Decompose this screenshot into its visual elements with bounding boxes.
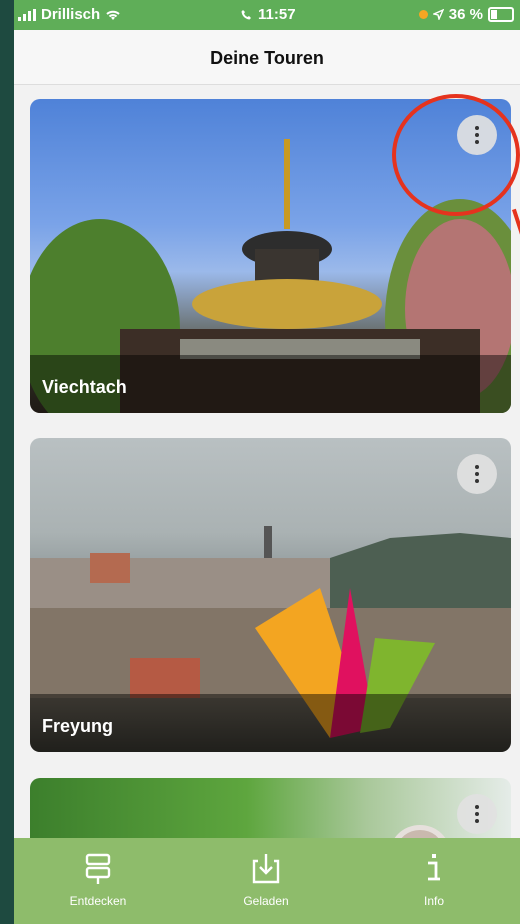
signal-icon bbox=[18, 8, 36, 21]
tab-geladen[interactable]: Geladen bbox=[182, 838, 350, 924]
more-options-button[interactable] bbox=[457, 454, 497, 494]
page-title: Deine Touren bbox=[210, 48, 324, 68]
clock: 11:57 bbox=[258, 6, 296, 23]
status-left: Drillisch bbox=[18, 6, 121, 23]
battery-label: 36 % bbox=[448, 6, 483, 23]
recording-dot-icon bbox=[418, 10, 428, 19]
download-icon bbox=[246, 850, 286, 886]
phone-icon bbox=[241, 10, 251, 20]
carrier-label: Drillisch bbox=[41, 6, 101, 23]
status-bar: Drillisch 11:57 36 % bbox=[14, 0, 520, 30]
tab-bar: Entdecken Geladen Info bbox=[14, 838, 520, 924]
app-screen: Drillisch 11:57 36 % Deine Touren Viecht… bbox=[14, 0, 520, 924]
tour-card-freyung[interactable]: Freyung bbox=[30, 438, 511, 752]
battery-icon bbox=[488, 7, 514, 22]
wifi-icon bbox=[106, 10, 120, 20]
tour-caption: Freyung bbox=[30, 694, 511, 752]
tab-label: Geladen bbox=[243, 894, 289, 908]
nav-header: Deine Touren bbox=[14, 30, 520, 85]
tab-info[interactable]: Info bbox=[350, 838, 518, 924]
tab-label: Info bbox=[423, 894, 444, 908]
more-options-button[interactable] bbox=[457, 794, 497, 834]
status-center: 11:57 bbox=[241, 6, 296, 23]
tab-entdecken[interactable]: Entdecken bbox=[14, 838, 182, 924]
signpost-icon bbox=[78, 850, 118, 886]
status-right: 36 % bbox=[418, 6, 514, 23]
tab-label: Entdecken bbox=[69, 894, 127, 908]
location-icon bbox=[432, 9, 444, 20]
tour-title: Viechtach bbox=[42, 377, 127, 397]
annotation-pointer-line bbox=[512, 208, 520, 325]
info-icon bbox=[414, 850, 454, 886]
tour-title: Freyung bbox=[42, 716, 114, 736]
device-frame: Drillisch 11:57 36 % Deine Touren Viecht… bbox=[0, 0, 520, 924]
tour-caption: Viechtach bbox=[30, 355, 511, 413]
highlight-circle-annotation bbox=[392, 94, 520, 216]
